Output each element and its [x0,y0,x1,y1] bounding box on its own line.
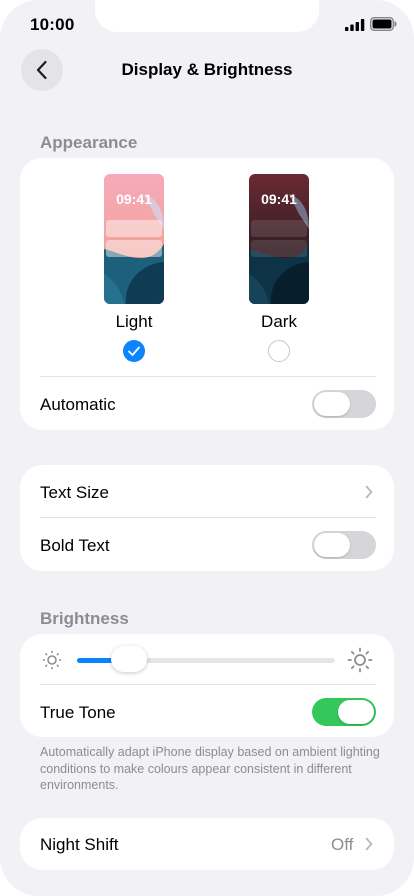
brightness-card: True Tone [20,634,394,737]
light-preview-widget [106,220,162,237]
separator [40,517,376,518]
dark-preview-widget [251,220,307,237]
appearance-card: 09:41 Light 09:41 Dark Automatic [20,158,394,430]
cellular-signal-icon [345,19,365,31]
appearance-section-label: Appearance [40,133,138,152]
night-shift-label: Night Shift [40,835,119,854]
text-size-row[interactable]: Text Size [20,465,394,518]
text-size-label: Text Size [40,483,109,502]
checkmark-icon [128,346,140,356]
brightness-section-label: Brightness [40,609,129,628]
automatic-toggle[interactable] [312,390,376,418]
sun-high-icon [347,647,373,673]
dark-mode-label: Dark [261,312,297,331]
separator [40,376,376,377]
status-time: 10:00 [30,15,75,34]
sun-low-icon [42,650,62,670]
chevron-right-icon [365,485,373,499]
brightness-slider-thumb[interactable] [110,646,147,672]
page-title: Display & Brightness [121,60,293,79]
text-settings-card: Text Size Bold Text [20,465,394,571]
bold-text-label: Bold Text [40,536,110,555]
chevron-right-icon [365,837,373,851]
automatic-label: Automatic [40,395,116,414]
dark-preview-widget [251,240,307,257]
true-tone-toggle[interactable] [312,698,376,726]
battery-icon [370,17,397,31]
light-mode-radio[interactable] [123,340,145,362]
light-preview-widget [106,240,162,257]
light-mode-preview[interactable]: 09:41 [104,174,164,304]
dark-mode-radio[interactable] [268,340,290,362]
dark-preview-time: 09:41 [261,191,297,207]
true-tone-footnote: Automatically adapt iPhone display based… [40,745,380,792]
separator [40,684,376,685]
dark-mode-preview[interactable]: 09:41 [249,174,309,304]
night-shift-row[interactable]: Night Shift Off [20,818,394,870]
bold-text-toggle[interactable] [312,531,376,559]
true-tone-label: True Tone [40,703,116,722]
night-shift-value: Off [331,835,354,854]
light-mode-label: Light [115,312,153,331]
light-preview-time: 09:41 [116,191,152,207]
settings-screen: 10:00 Display & Brightness Appearance 09… [0,0,414,896]
notch [95,0,319,32]
